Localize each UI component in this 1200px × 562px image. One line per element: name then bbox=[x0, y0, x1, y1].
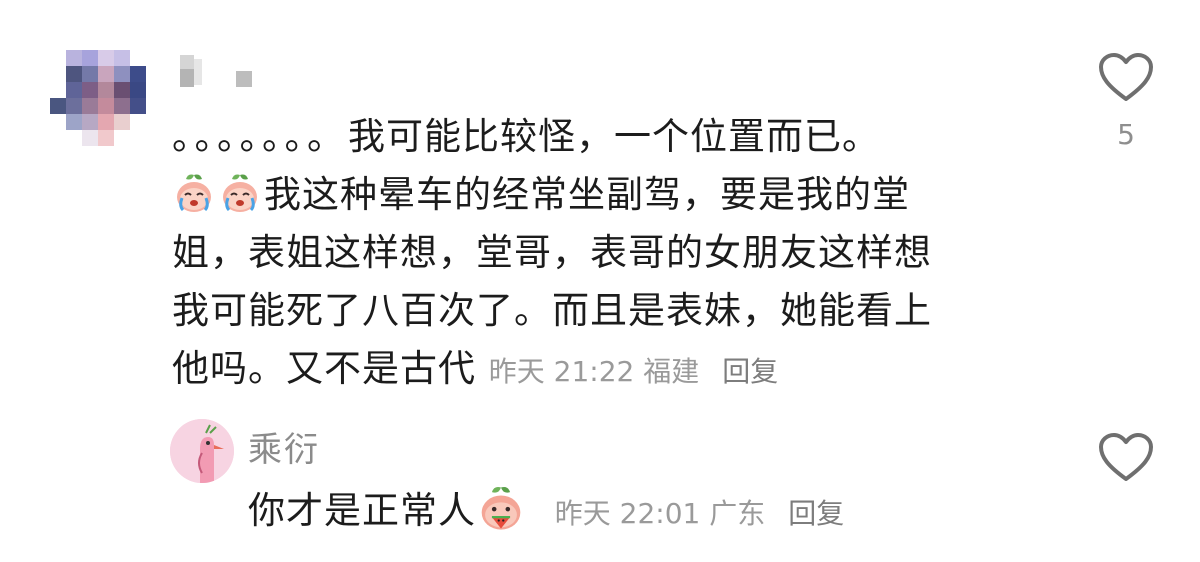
reply-button[interactable]: 回复 bbox=[722, 355, 778, 388]
comment-meta: 昨天 21:22 福建 回复 bbox=[489, 355, 778, 388]
eating-watermelon-peach-emoji bbox=[481, 486, 521, 530]
commenter-avatar[interactable] bbox=[50, 50, 146, 146]
crying-peach-emoji bbox=[177, 174, 211, 212]
comment-line-4: 我可能死了八百次了。而且是表妹，她能看上 bbox=[172, 289, 932, 332]
reply-user-avatar[interactable] bbox=[170, 419, 234, 483]
reply-reply-button[interactable]: 回复 bbox=[788, 497, 844, 530]
comment-line-3: 姐，表姐这样想，堂哥，表哥的女朋友这样想 bbox=[172, 231, 932, 274]
comment-dots: 。。。。。。。 bbox=[172, 115, 348, 158]
comment-location: 福建 bbox=[643, 355, 700, 388]
crying-peach-emoji bbox=[223, 174, 257, 212]
bird-avatar-icon bbox=[170, 419, 234, 483]
comment-body: 。。。。。。。我可能比较怪，一个位置而已。 我这种晕车的经常坐副驾，要是我的堂 … bbox=[172, 108, 1032, 401]
reply-time: 昨天 22:01 bbox=[554, 497, 701, 530]
comment-line-1: 。。。。。。。我可能比较怪，一个位置而已。 bbox=[172, 115, 880, 158]
comment-time: 昨天 21:22 bbox=[488, 355, 635, 388]
comment-line-5: 他吗。又不是古代 昨天 21:22 福建 回复 bbox=[172, 347, 779, 390]
reply-location: 广东 bbox=[709, 497, 766, 530]
comment-line-2: 我这种晕车的经常坐副驾，要是我的堂 bbox=[172, 166, 1032, 224]
like-heart-icon[interactable] bbox=[1098, 52, 1154, 104]
like-count: 5 bbox=[1117, 118, 1135, 151]
reply-content: 你才是正常人 bbox=[248, 489, 476, 532]
commenter-name-redacted[interactable] bbox=[180, 55, 260, 91]
reply-username[interactable]: 乘衍 bbox=[248, 422, 320, 471]
reply-like-heart-icon[interactable] bbox=[1098, 432, 1154, 484]
reply-body: 你才是正常人 昨天 22:01 广东 回复 bbox=[248, 482, 844, 543]
reply-meta: 昨天 22:01 广东 回复 bbox=[555, 497, 844, 530]
